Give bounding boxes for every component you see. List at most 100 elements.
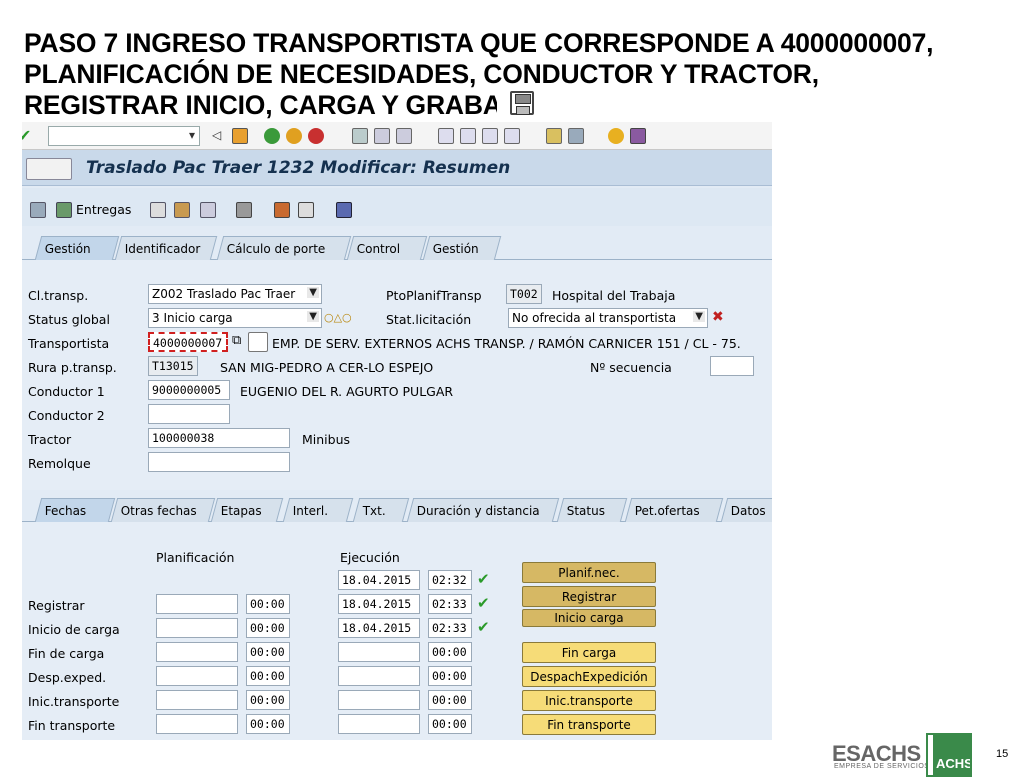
cancel-icon[interactable] [308, 128, 324, 144]
menu-button[interactable] [26, 158, 72, 180]
back-arrow-icon[interactable]: ◁ [212, 128, 228, 144]
exec-time[interactable]: 00:00 [428, 690, 472, 710]
ruta-label: Rura p.transp. [28, 360, 117, 375]
enter-check-icon[interactable]: ✔ [22, 126, 31, 145]
tab-control[interactable]: Control [346, 236, 428, 260]
first-page-icon[interactable] [438, 128, 454, 144]
registrar-button[interactable]: Registrar [522, 586, 656, 607]
tab-identificador[interactable]: Identificador [114, 236, 218, 260]
exit-icon[interactable] [286, 128, 302, 144]
deliveries-button[interactable]: Entregas [76, 202, 131, 217]
tractor-input[interactable]: 100000038 [148, 428, 290, 448]
home-icon[interactable] [274, 202, 290, 218]
find-next-icon[interactable] [396, 128, 412, 144]
grid-icon[interactable] [336, 202, 352, 218]
inic-transporte-button[interactable]: Inic.transporte [522, 690, 656, 711]
tab-calculo-de-porte[interactable]: Cálculo de porte [216, 236, 352, 260]
exec-time[interactable]: 02:33 [428, 618, 472, 638]
command-field[interactable] [48, 126, 200, 146]
page-number: 15 [996, 748, 1009, 760]
tab-duracion-distancia[interactable]: Duración y distancia [406, 498, 560, 522]
shortcut-icon[interactable] [568, 128, 584, 144]
exec-time[interactable]: 00:00 [428, 666, 472, 686]
title-bar: Traslado Pac Traer 1232 Modificar: Resum… [22, 150, 772, 186]
layout-menu-icon[interactable] [630, 128, 646, 144]
tab-otras-fechas[interactable]: Otras fechas [110, 498, 216, 522]
save-icon[interactable] [232, 128, 248, 144]
hierarchy-icon[interactable] [30, 202, 46, 218]
row-label: Desp.exped. [28, 670, 107, 685]
copy-icon[interactable]: ⧉ [232, 333, 241, 348]
nro-secuencia-input[interactable] [710, 356, 754, 376]
details-icon[interactable] [248, 332, 268, 352]
fin-transporte-button[interactable]: Fin transporte [522, 714, 656, 735]
previous-page-icon[interactable] [460, 128, 476, 144]
plan-date[interactable] [156, 666, 238, 686]
find-icon[interactable] [374, 128, 390, 144]
pto-planif-input: T002 [506, 284, 542, 304]
exec-date[interactable]: 18.04.2015 [338, 594, 420, 614]
tab-gestion-2[interactable]: Gestión [422, 236, 502, 260]
plan-date[interactable] [156, 618, 238, 638]
tab-interl[interactable]: Interl. [282, 498, 354, 522]
person-icon[interactable] [150, 202, 166, 218]
help-icon[interactable] [608, 128, 624, 144]
exec-date[interactable] [338, 690, 420, 710]
tab-etapas[interactable]: Etapas [210, 498, 284, 522]
fin-carga-button[interactable]: Fin carga [522, 642, 656, 663]
tab-status[interactable]: Status [556, 498, 628, 522]
ruta-input: T13015 [148, 356, 198, 376]
stat-licitacion-select[interactable]: No ofrecida al transportista [508, 308, 708, 328]
exec-time[interactable]: 00:00 [428, 642, 472, 662]
inicio-carga-button[interactable]: Inicio carga [522, 609, 656, 627]
exec-date[interactable]: 18.04.2015 [338, 618, 420, 638]
plan-date[interactable] [156, 594, 238, 614]
transportista-input[interactable]: 4000000007 [148, 332, 228, 352]
despach-expedicion-button[interactable]: DespachExpedición [522, 666, 656, 687]
reject-icon[interactable]: ✖ [712, 309, 724, 325]
deliveries-icon[interactable] [56, 202, 72, 218]
save-icon[interactable] [510, 91, 534, 115]
check-icon: ✔ [477, 570, 490, 588]
transportista-label: Transportista [28, 336, 110, 351]
print-icon[interactable] [352, 128, 368, 144]
tab-datos[interactable]: Datos [720, 498, 772, 522]
plan-date[interactable] [156, 690, 238, 710]
plan-time[interactable]: 00:00 [246, 690, 290, 710]
last-page-icon[interactable] [504, 128, 520, 144]
plan-time[interactable]: 00:00 [246, 666, 290, 686]
tab-pet-ofertas[interactable]: Pet.ofertas [624, 498, 724, 522]
plan-time[interactable]: 00:00 [246, 714, 290, 734]
detail-tabstrip: Fechas Otras fechas Etapas Interl. Txt. … [22, 498, 772, 522]
back-icon[interactable] [264, 128, 280, 144]
navigate-icon[interactable] [298, 202, 314, 218]
plan-time[interactable]: 00:00 [246, 618, 290, 638]
exec-date[interactable] [338, 642, 420, 662]
top-exec-date[interactable]: 18.04.2015 [338, 570, 420, 590]
exec-time[interactable]: 02:33 [428, 594, 472, 614]
window-title: Traslado Pac Traer 1232 Modificar: Resum… [86, 158, 511, 178]
top-exec-time[interactable]: 02:32 [428, 570, 472, 590]
document-icon[interactable] [200, 202, 216, 218]
package-icon[interactable] [174, 202, 190, 218]
plan-time[interactable]: 00:00 [246, 642, 290, 662]
delete-icon[interactable] [236, 202, 252, 218]
tab-txt[interactable]: Txt. [352, 498, 410, 522]
cl-transp-select[interactable]: Z002 Traslado Pac Traer [148, 284, 322, 304]
exec-time[interactable]: 00:00 [428, 714, 472, 734]
new-session-icon[interactable] [546, 128, 562, 144]
conductor2-input[interactable] [148, 404, 230, 424]
achs-logo-badge: ACHS [926, 733, 973, 777]
remolque-input[interactable] [148, 452, 290, 472]
exec-date[interactable] [338, 666, 420, 686]
conductor1-input[interactable]: 9000000005 [148, 380, 230, 400]
planif-nec-button[interactable]: Planif.nec. [522, 562, 656, 583]
tab-gestion[interactable]: Gestión [34, 236, 120, 260]
exec-date[interactable] [338, 714, 420, 734]
next-page-icon[interactable] [482, 128, 498, 144]
tab-fechas[interactable]: Fechas [34, 498, 116, 522]
plan-date[interactable] [156, 642, 238, 662]
plan-date[interactable] [156, 714, 238, 734]
plan-time[interactable]: 00:00 [246, 594, 290, 614]
status-global-select[interactable]: 3 Inicio carga [148, 308, 322, 328]
